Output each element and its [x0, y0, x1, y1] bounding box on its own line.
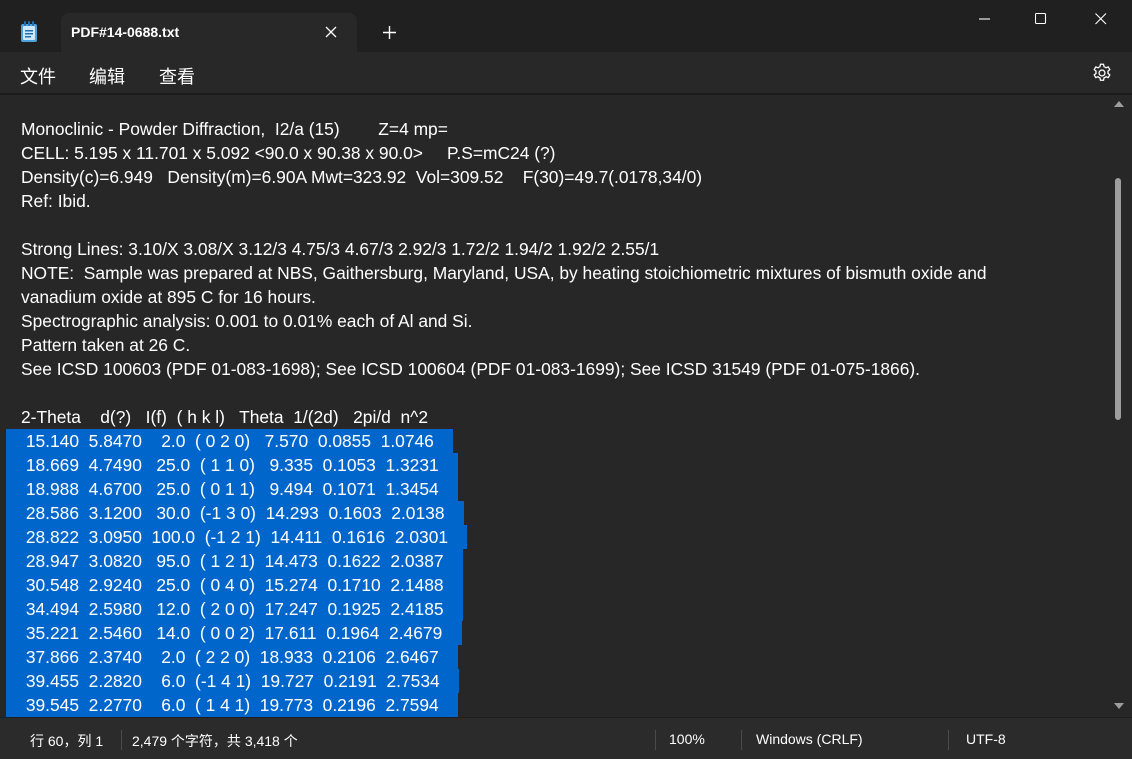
selected-line: 15.140 5.8470 2.0 ( 0 2 0) 7.570 0.0855 …: [6, 429, 454, 453]
selected-line: 28.822 3.0950 100.0 (-1 2 1) 14.411 0.16…: [6, 525, 468, 549]
scroll-up-arrow-icon[interactable]: [1114, 100, 1124, 108]
gear-icon[interactable]: [1091, 62, 1113, 84]
text-editor[interactable]: Monoclinic - Powder Diffraction, I2/a (1…: [0, 95, 1132, 717]
maximize-button[interactable]: [1013, 0, 1071, 38]
status-bar: 行 60，列 1 2,479 个字符，共 3,418 个 100% Window…: [0, 717, 1132, 759]
status-divider: [655, 730, 656, 750]
menu-edit[interactable]: 编辑: [89, 63, 125, 89]
plus-icon[interactable]: [381, 24, 398, 41]
text-line: [21, 381, 1111, 405]
selected-line: 37.866 2.3740 2.0 ( 2 2 0) 18.933 0.2106…: [6, 645, 459, 669]
scrollbar-thumb[interactable]: [1115, 178, 1121, 420]
text-line: Monoclinic - Powder Diffraction, I2/a (1…: [21, 119, 448, 139]
line-ending[interactable]: Windows (CRLF): [756, 731, 863, 747]
scroll-down-arrow-icon[interactable]: [1114, 702, 1124, 710]
text-line: See ICSD 100603 (PDF 01-083-1698); See I…: [21, 359, 921, 379]
text-line: Density(c)=6.949 Density(m)=6.90A Mwt=32…: [21, 167, 703, 187]
maximize-icon: [1035, 13, 1047, 25]
text-line: vanadium oxide at 895 C for 16 hours.: [21, 287, 316, 307]
text-line: Strong Lines: 3.10/X 3.08/X 3.12/3 4.75/…: [21, 239, 660, 259]
encoding[interactable]: UTF-8: [966, 731, 1006, 747]
selected-line: 30.548 2.9240 25.0 ( 0 4 0) 15.274 0.171…: [6, 573, 463, 597]
character-count: 2,479 个字符，共 3,418 个: [132, 733, 298, 749]
selected-line: 39.455 2.2820 6.0 (-1 4 1) 19.727 0.2191…: [6, 669, 459, 693]
notepad-icon: [21, 21, 37, 42]
minimize-icon: [979, 18, 990, 20]
selected-line: 39.545 2.2770 6.0 ( 1 4 1) 19.773 0.2196…: [6, 693, 459, 717]
text-line: CELL: 5.195 x 11.701 x 5.092 <90.0 x 90.…: [21, 143, 556, 163]
selected-line: 34.494 2.5980 12.0 ( 2 0 0) 17.247 0.192…: [6, 597, 463, 621]
status-divider: [948, 730, 949, 750]
text-content[interactable]: Monoclinic - Powder Diffraction, I2/a (1…: [6, 117, 1111, 717]
status-divider: [121, 730, 122, 750]
selected-line: 28.947 3.0820 95.0 ( 1 2 1) 14.473 0.162…: [6, 549, 463, 573]
menu-file[interactable]: 文件: [20, 63, 56, 89]
text-line: Spectrographic analysis: 0.001 to 0.01% …: [21, 311, 473, 331]
file-tab[interactable]: PDF#14-0688.txt: [61, 13, 357, 52]
close-icon[interactable]: [323, 24, 339, 40]
text-line: Pattern taken at 26 C.: [21, 335, 191, 355]
selected-line: 35.221 2.5460 14.0 ( 0 0 2) 17.611 0.196…: [6, 621, 462, 645]
selected-line: 18.669 4.7490 25.0 ( 1 1 0) 9.335 0.1053…: [6, 453, 459, 477]
selected-line: 18.988 4.6700 25.0 ( 0 1 1) 9.494 0.1071…: [6, 477, 459, 501]
close-icon: [1095, 13, 1107, 25]
cursor-position: 行 60，列 1: [30, 733, 104, 749]
menu-bar: 文件 编辑 查看: [0, 52, 1132, 94]
zoom-level[interactable]: 100%: [669, 731, 705, 747]
status-divider: [741, 730, 742, 750]
minimize-button[interactable]: [957, 0, 1015, 38]
tab-title: PDF#14-0688.txt: [71, 24, 180, 40]
menu-view[interactable]: 查看: [159, 63, 195, 89]
selected-line: 28.586 3.1200 30.0 (-1 3 0) 14.293 0.160…: [6, 501, 464, 525]
window-close-button[interactable]: [1073, 0, 1131, 38]
text-line: NOTE: Sample was prepared at NBS, Gaithe…: [21, 263, 987, 283]
title-bar: PDF#14-0688.txt: [0, 0, 1132, 52]
table-header-line: 2-Theta d(?) I(f) ( h k l) Theta 1/(2d) …: [21, 407, 429, 427]
text-line: [21, 213, 1111, 237]
text-line: Ref: Ibid.: [21, 191, 91, 211]
